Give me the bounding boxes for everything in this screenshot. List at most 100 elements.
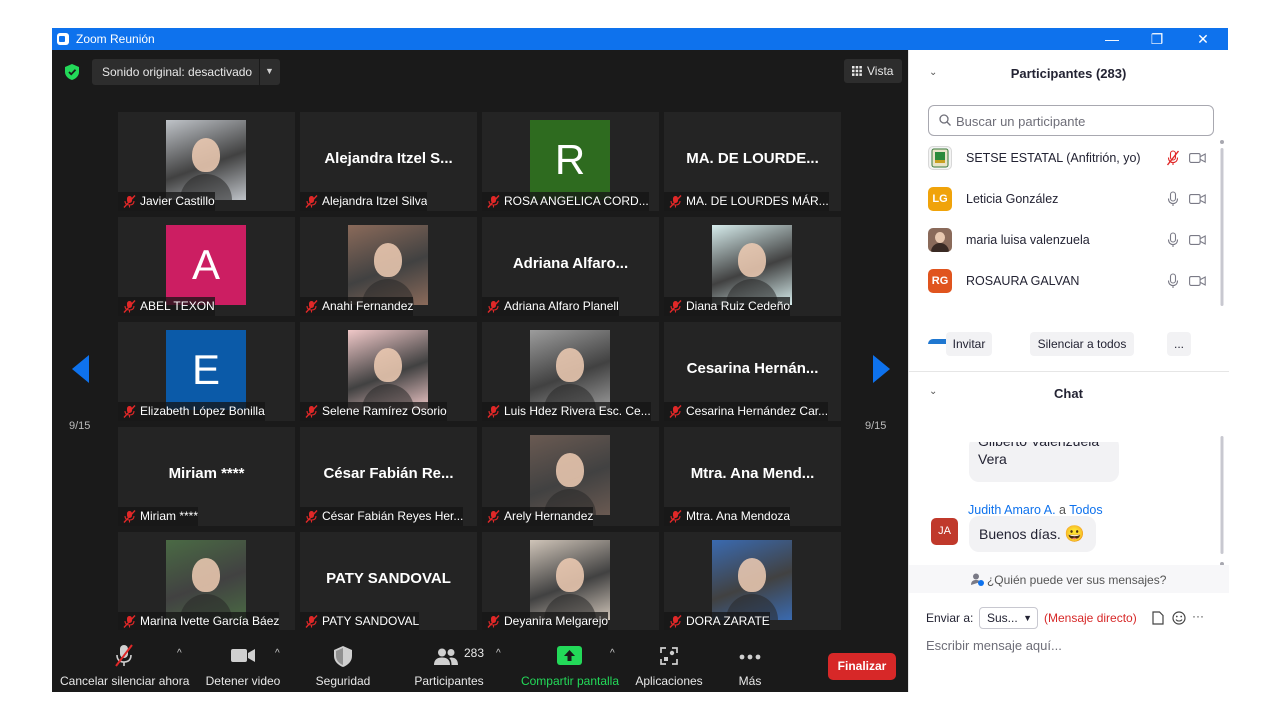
share-options-caret-icon[interactable]: ^ [610,648,615,659]
chat-scrollbar[interactable] [1220,436,1224,568]
participants-title: Participantes (283) [1010,66,1127,81]
letter-avatar: A [166,225,246,305]
camera-icon[interactable] [1189,234,1206,246]
chat-more-button[interactable]: ··· [1192,609,1204,623]
mute-all-button[interactable]: Silenciar a todos [1030,332,1134,356]
chat-message-input[interactable] [926,635,1216,655]
microphone-icon[interactable] [1167,191,1179,207]
participant-video-tile[interactable]: Adriana Alfaro... Adriana Alfaro Planell [482,217,659,316]
muted-mic-icon [669,195,682,208]
send-to-row: Enviar a: Sus... ▼ (Mensaje directo) ··· [926,607,1226,631]
participant-video-tile[interactable]: Diana Ruiz Cedeño [664,217,841,316]
security-button[interactable]: Seguridad [308,630,378,692]
participant-row[interactable]: SETSE ESTATAL (Anfitrión, yo) [909,138,1219,179]
chat-message-text: Buenos días. [979,526,1061,542]
participant-search[interactable] [928,105,1214,136]
grinning-emoji-icon: 😀 [1064,526,1085,543]
participant-video-tile[interactable]: Javier Castillo [118,112,295,211]
participant-name-label: ROSA ANGELICA CORD... [482,192,649,211]
next-page-arrow-icon[interactable] [873,355,890,383]
person-silhouette-icon [738,243,766,277]
emoji-icon[interactable] [1172,611,1186,625]
encryption-shield-icon[interactable] [65,64,79,80]
participant-video-tile[interactable]: DORA ZARATE [664,532,841,631]
participant-video-tile[interactable]: Marina Ivette García Báez [118,532,295,631]
send-to-label: Enviar a: [926,611,974,625]
share-screen-button[interactable]: Compartir pantalla [518,630,622,692]
chat-title: Chat [1054,386,1083,401]
audio-options-caret-icon[interactable]: ^ [177,648,182,659]
participant-video-tile[interactable]: E Elizabeth López Bonilla [118,322,295,421]
muted-mic-icon [305,195,318,208]
search-input[interactable] [956,112,1206,130]
participant-row[interactable]: RG ROSAURA GALVAN [909,261,1219,302]
participant-display-name: Adriana Alfaro... [512,255,629,272]
photo-anahi [348,225,428,305]
unmute-button[interactable]: Cancelar silenciar ahora [60,630,189,692]
participant-name-label: Alejandra Itzel Silva [300,192,428,211]
participant-display-name: Alejandra Itzel S... [324,150,453,167]
stop-video-button[interactable]: Detener video [200,630,286,692]
apps-button[interactable]: Aplicaciones [631,630,707,692]
share-screen-icon [557,646,582,665]
participant-video-tile[interactable]: Miriam **** Miriam **** [118,427,295,526]
participant-video-tile[interactable]: A ABEL TEXON [118,217,295,316]
who-can-see-link[interactable]: ¿Quién puede ver sus mensajes? [909,573,1228,587]
participant-video-tile[interactable]: Arely Hernandez [482,427,659,526]
view-button[interactable]: Vista [844,59,902,83]
participants-button[interactable]: 283 Participantes [406,630,492,692]
previous-page-arrow-icon[interactable] [72,355,89,383]
file-icon[interactable] [1152,611,1164,625]
participant-video-tile[interactable]: Anahi Fernandez [300,217,477,316]
participant-video-tile[interactable]: Alejandra Itzel S... Alejandra Itzel Silv… [300,112,477,211]
divider [259,59,260,85]
meeting-toolbar: Cancelar silenciar ahora ^ Detener video… [52,630,908,692]
microphone-icon[interactable] [1167,232,1179,248]
participant-avatar: LG [928,187,952,211]
recipient-dropdown[interactable]: Sus... ▼ [979,607,1038,629]
end-meeting-button[interactable]: Finalizar [828,653,896,680]
participant-video-tile[interactable]: R ROSA ANGELICA CORD... [482,112,659,211]
camera-icon[interactable] [1189,275,1206,287]
original-sound-button[interactable]: Sonido original: desactivado ▼ [92,59,280,85]
muted-mic-icon [305,615,318,628]
chevron-down-icon: ▼ [1023,613,1032,623]
participant-row[interactable]: maria luisa valenzuela [909,220,1219,261]
photo-diana [712,225,792,305]
participant-video-tile[interactable]: Deyanira Melgarejo [482,532,659,631]
participants-options-caret-icon[interactable]: ^ [496,648,501,659]
close-button[interactable]: ✕ [1180,28,1226,50]
restore-button[interactable]: ❐ [1134,28,1180,50]
microphone-icon[interactable] [1167,273,1179,289]
zoom-window: Zoom Reunión — ❐ ✕ Sonido original: desa… [52,28,1229,692]
participant-video-tile[interactable]: César Fabián Re... César Fabián Reyes Her… [300,427,477,526]
microphone-muted-icon [115,644,133,667]
participants-scrollbar[interactable] [1220,138,1224,338]
who-can-see-label: ¿Quién puede ver sus mensajes? [986,573,1167,587]
participant-name-label: Deyanira Melgarejo [482,612,609,631]
security-label: Seguridad [315,674,371,688]
invite-button[interactable]: Invitar [946,332,992,356]
meeting-area: Sonido original: desactivado ▼ Vista 9/1… [52,50,908,692]
participant-video-tile[interactable]: Mtra. Ana Mend... Mtra. Ana Mendoza [664,427,841,526]
photo-dora [712,540,792,620]
chevron-down-icon[interactable]: ▼ [265,66,274,76]
more-label: Más [738,674,762,688]
microphone-muted-icon[interactable] [1167,150,1179,166]
camera-icon[interactable] [1189,152,1206,164]
participants-more-button[interactable]: ... [1167,332,1191,356]
participant-avatar: RG [928,269,952,293]
person-silhouette-icon [374,243,402,277]
participant-video-tile[interactable]: PATY SANDOVAL PATY SANDOVAL [300,532,477,631]
minimize-button[interactable]: — [1089,28,1135,50]
video-options-caret-icon[interactable]: ^ [275,648,280,659]
participant-video-tile[interactable]: MA. DE LOURDE... MA. DE LOURDES MÁR... [664,112,841,211]
participant-row[interactable]: LG Leticia González [909,179,1219,220]
participant-video-tile[interactable]: Cesarina Hernán... Cesarina Hernández Car… [664,322,841,421]
participant-video-tile[interactable]: Selene Ramírez Osorio [300,322,477,421]
participant-video-tile[interactable]: Luis Hdez Rivera Esc. Ce... [482,322,659,421]
camera-icon[interactable] [1189,193,1206,205]
more-button[interactable]: Más [720,630,780,692]
person-silhouette-icon [192,558,220,592]
search-icon [939,114,951,126]
